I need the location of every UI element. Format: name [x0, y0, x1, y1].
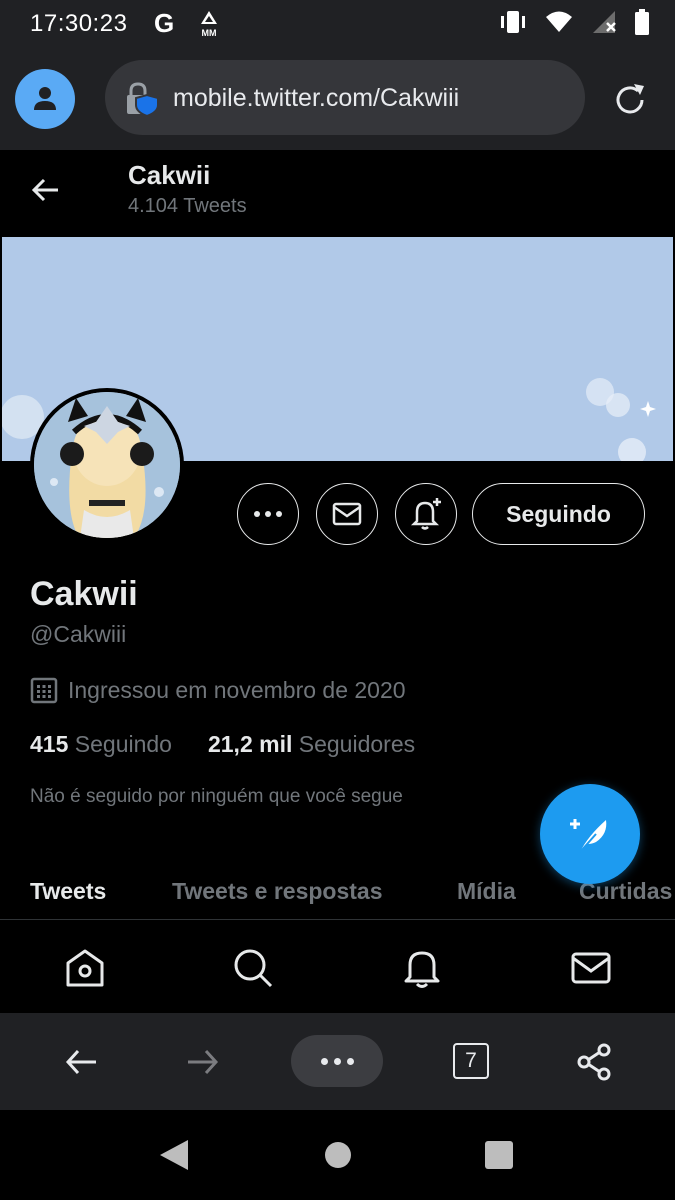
tab-tweets-replies[interactable]: Tweets e respostas [172, 878, 383, 905]
profile-header: Cakwii 4.104 Tweets [0, 150, 675, 236]
address-bar[interactable]: mobile.twitter.com/Cakwiii [105, 60, 585, 135]
notify-button[interactable] [395, 483, 457, 545]
avatar-illustration [34, 392, 180, 538]
followers-stat[interactable]: 21,2 mil Seguidores [208, 731, 415, 758]
following-stat[interactable]: 415 Seguindo [30, 731, 172, 758]
browser-toolbar: mobile.twitter.com/Cakwiii [0, 48, 675, 150]
following-label: Seguindo [74, 731, 172, 757]
compose-tweet-button[interactable] [540, 784, 640, 884]
tab-switcher-button[interactable]: 7 [453, 1043, 489, 1079]
url-text: mobile.twitter.com/Cakwiii [173, 84, 460, 112]
message-button[interactable] [316, 483, 378, 545]
followers-label: Seguidores [298, 731, 416, 757]
followers-count: 21,2 mil [207, 731, 293, 757]
joined-date: Ingressou em novembro de 2020 [30, 676, 406, 704]
mm-notification-icon: MM [196, 10, 222, 38]
envelope-icon [332, 502, 362, 526]
profile-name: Cakwii [30, 575, 138, 613]
system-nav-bar [0, 1110, 675, 1200]
back-arrow-icon[interactable] [30, 174, 62, 206]
header-title: Cakwii [128, 160, 211, 190]
tweet-count: 4.104 Tweets [128, 195, 247, 217]
tab-tweets[interactable]: Tweets [30, 878, 106, 905]
share-icon[interactable] [575, 1042, 615, 1082]
vibrate-icon [499, 9, 527, 40]
search-icon[interactable] [232, 947, 274, 989]
lock-shield-icon [125, 82, 161, 118]
more-options-button[interactable] [237, 483, 299, 545]
status-time: 17:30:23 [30, 10, 128, 37]
twitter-bottom-nav [0, 921, 675, 1013]
status-bar: 17:30:23 G MM [0, 0, 675, 48]
system-back-icon[interactable] [158, 1138, 190, 1177]
browser-menu-button[interactable] [291, 1035, 383, 1087]
system-recents-icon[interactable] [484, 1140, 514, 1175]
menu-dot [333, 1057, 341, 1065]
followers-you-know: Não é seguido por ninguém que você segue [30, 786, 403, 807]
browser-bottom-bar: 7 [0, 1013, 675, 1110]
home-icon[interactable] [64, 947, 106, 989]
google-icon: G [154, 8, 175, 38]
menu-dot [320, 1057, 328, 1065]
account-button[interactable] [15, 69, 75, 129]
profile-handle: @Cakwiii [30, 621, 127, 647]
joined-text: Ingressou em novembro de 2020 [68, 676, 406, 703]
calendar-icon [30, 677, 58, 704]
bell-plus-icon [410, 498, 441, 530]
wifi-icon [545, 10, 573, 39]
browser-back-icon[interactable] [62, 1042, 102, 1082]
feather-plus-icon [570, 819, 607, 853]
system-home-icon[interactable] [323, 1140, 353, 1175]
svg-text:MM: MM [202, 28, 217, 38]
tab-media[interactable]: Mídia [457, 878, 516, 905]
notifications-icon[interactable] [401, 947, 443, 989]
follow-stats: 415 Seguindo 21,2 mil Seguidores [30, 731, 415, 758]
signal-icon [591, 9, 617, 40]
battery-icon [635, 8, 649, 40]
browser-forward-icon[interactable] [182, 1042, 222, 1082]
account-icon [34, 87, 56, 110]
profile-avatar[interactable] [30, 388, 184, 542]
following-button[interactable]: Seguindo [472, 483, 645, 545]
messages-icon[interactable] [570, 947, 612, 989]
more-dots-icon [254, 511, 282, 517]
reload-icon[interactable] [610, 80, 650, 120]
menu-dot [346, 1057, 354, 1065]
following-count: 415 [30, 731, 69, 757]
